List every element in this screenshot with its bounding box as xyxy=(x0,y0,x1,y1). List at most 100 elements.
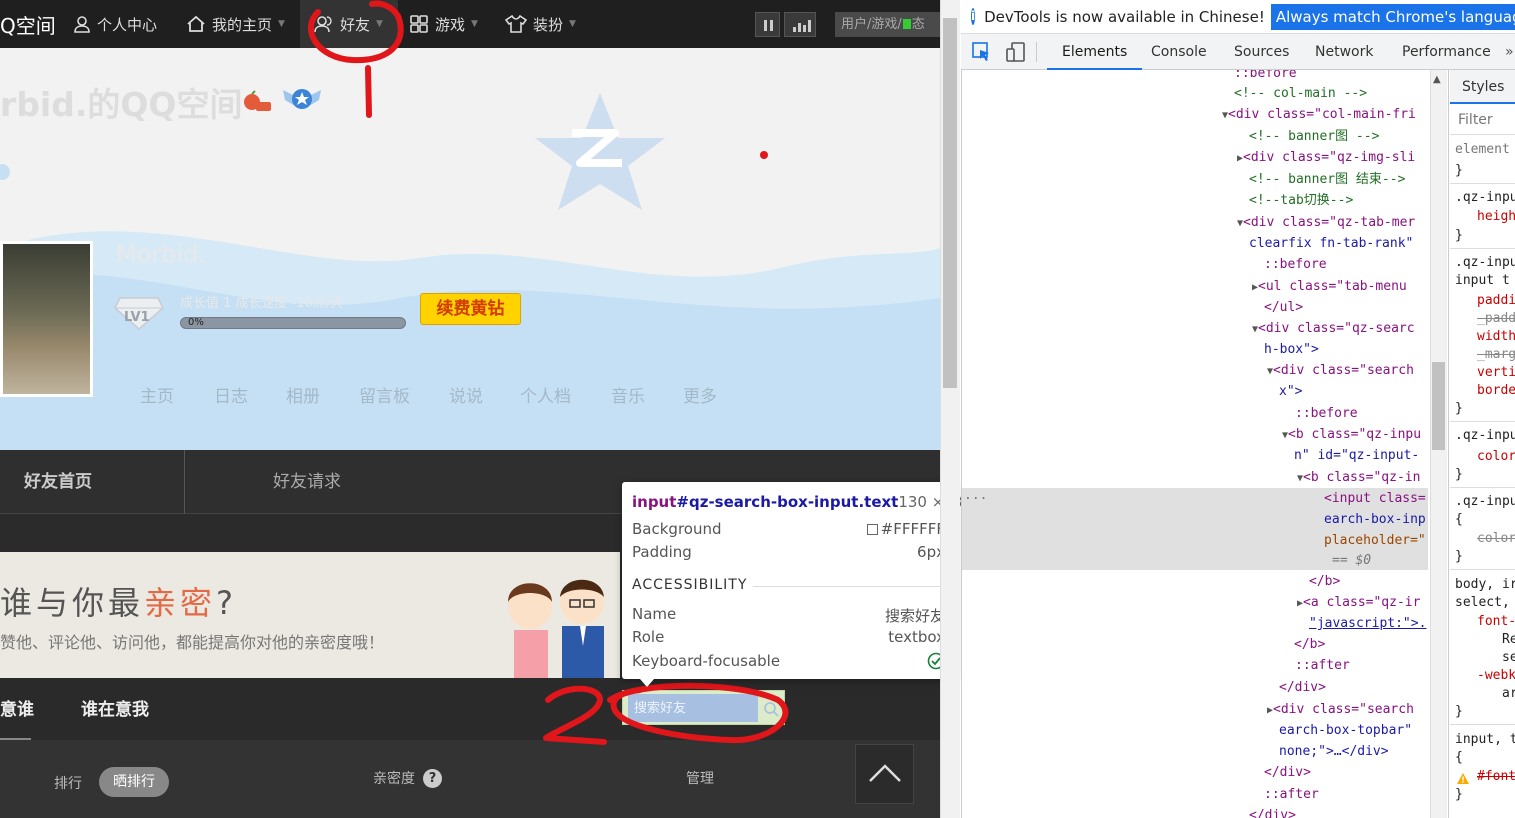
dom-node[interactable]: earch-box-topbar" xyxy=(1279,723,1412,738)
tab-who-cares-me[interactable]: 谁在意我 xyxy=(81,695,149,720)
tab-sources[interactable]: Sources xyxy=(1234,34,1289,70)
tab-console[interactable]: Console xyxy=(1151,34,1207,70)
tab-elements[interactable]: Elements xyxy=(1047,34,1143,70)
dom-node[interactable]: ::after xyxy=(1264,787,1319,802)
tab-music[interactable]: 音乐 xyxy=(611,382,645,407)
tab-friend-requests[interactable]: 好友请求 xyxy=(273,450,341,514)
nav-dressup[interactable]: 装扮 ▼ xyxy=(505,0,576,48)
scroll-up-arrow-icon[interactable]: ▲ xyxy=(1433,74,1441,85)
style-property[interactable]: heigh xyxy=(1477,208,1515,226)
help-icon[interactable]: ? xyxy=(423,768,442,788)
dom-node[interactable]: x"> xyxy=(1279,384,1302,399)
device-toolbar-button[interactable] xyxy=(1005,41,1027,63)
dom-node[interactable]: <b class="qz-inpu xyxy=(1288,427,1421,442)
dom-node[interactable]: ::before xyxy=(1264,257,1327,272)
style-rule-line[interactable]: select, xyxy=(1455,594,1510,612)
dom-node[interactable]: <!-- col-main --> xyxy=(1234,86,1367,101)
global-search-input[interactable]: 用户/游戏/态 xyxy=(835,12,940,37)
dom-node[interactable]: <!-- banner图 结束--> xyxy=(1249,172,1405,187)
style-rule-line[interactable]: .qz-inpu xyxy=(1455,493,1515,511)
style-property-overridden[interactable]: color xyxy=(1477,530,1515,548)
renew-yellow-diamond-button[interactable]: 续费黄钻 xyxy=(420,293,521,325)
dom-node[interactable]: ::after xyxy=(1295,658,1350,673)
nav-friends[interactable]: 好友 ▼ xyxy=(300,0,398,48)
dom-node-selected[interactable]: earch-box-inp xyxy=(1324,512,1426,527)
nav-personal-center[interactable]: 个人中心 xyxy=(73,0,157,48)
tab-styles[interactable]: Styles xyxy=(1450,70,1515,104)
dom-node[interactable]: ::before xyxy=(1234,70,1297,81)
style-property[interactable]: color xyxy=(1477,448,1515,466)
dom-node[interactable]: <!--tab切换--> xyxy=(1249,193,1353,208)
tab-more[interactable]: 更多 xyxy=(683,382,717,407)
style-property[interactable]: width xyxy=(1477,328,1515,346)
tab-message-board[interactable]: 留言板 xyxy=(359,382,410,407)
tab-performance[interactable]: Performance xyxy=(1402,34,1491,70)
share-ranking-button[interactable]: 晒排行 xyxy=(99,767,169,797)
style-rule-line[interactable]: .qz-inpu xyxy=(1455,254,1515,272)
dom-node-selected[interactable]: placeholder=" xyxy=(1324,533,1426,548)
tab-shuoshuo[interactable]: 说说 xyxy=(449,382,483,407)
dom-node[interactable]: <div class="search xyxy=(1273,702,1414,717)
avatar[interactable] xyxy=(0,241,93,397)
level-badge[interactable]: LV1 xyxy=(114,294,164,330)
style-rule-line[interactable]: element xyxy=(1455,141,1510,159)
nav-my-homepage[interactable]: 我的主页 ▼ xyxy=(186,0,285,48)
tab-home[interactable]: 主页 xyxy=(140,382,174,407)
friend-search-input[interactable] xyxy=(628,694,758,722)
tab-blog[interactable]: 日志 xyxy=(214,382,248,407)
dom-node[interactable]: none;">…</div> xyxy=(1279,744,1389,759)
tab-network[interactable]: Network xyxy=(1315,34,1373,70)
dom-node[interactable]: </div> xyxy=(1279,680,1326,695)
nav-games[interactable]: 游戏 ▼ xyxy=(409,0,478,48)
style-rule-line[interactable]: .qz-inpu xyxy=(1455,189,1515,207)
dom-node[interactable]: ::before xyxy=(1295,406,1358,421)
dom-tree-scrollbar-thumb[interactable] xyxy=(1432,362,1445,450)
style-property-invalid[interactable]: #font xyxy=(1477,768,1515,786)
styles-filter-input[interactable]: Filter xyxy=(1450,105,1515,135)
dom-node[interactable]: <a class="qz-ir xyxy=(1303,595,1420,610)
dom-node-selected[interactable]: <input class= xyxy=(1324,491,1426,506)
style-property-overridden[interactable]: _marg xyxy=(1477,346,1515,364)
style-rule-line[interactable]: .qz-inpu xyxy=(1455,427,1515,445)
dom-node[interactable]: clearfix fn-tab-rank" xyxy=(1249,236,1413,251)
dom-node[interactable]: <div class="col-main-fri xyxy=(1228,107,1416,122)
pause-button[interactable] xyxy=(755,12,780,37)
dom-node[interactable]: <div class="qz-tab-mer xyxy=(1243,215,1415,230)
page-scrollbar-thumb[interactable] xyxy=(943,18,957,388)
column-manage[interactable]: 管理 xyxy=(686,768,714,788)
tab-album[interactable]: 相册 xyxy=(286,382,320,407)
style-property[interactable]: paddi xyxy=(1477,292,1515,310)
tab-profile[interactable]: 个人档 xyxy=(520,382,571,407)
style-rule-line[interactable]: body, ir xyxy=(1455,576,1515,594)
match-language-button[interactable]: Always match Chrome's language xyxy=(1270,3,1515,30)
style-rule-line[interactable]: input, t xyxy=(1455,731,1515,749)
style-property[interactable]: borde xyxy=(1477,382,1515,400)
dom-node[interactable]: </div> xyxy=(1249,808,1296,818)
style-rule-line[interactable]: input t xyxy=(1455,272,1510,290)
dom-node[interactable]: <div class="search xyxy=(1273,363,1414,378)
inspect-element-button[interactable] xyxy=(971,41,993,63)
dom-node[interactable]: h-box"> xyxy=(1264,342,1319,357)
dom-node[interactable]: <ul class="tab-menu xyxy=(1258,279,1407,294)
dom-node[interactable]: <!-- banner图 --> xyxy=(1249,129,1379,144)
dom-node[interactable]: <div class="qz-searc xyxy=(1258,321,1415,336)
search-icon[interactable] xyxy=(763,701,779,717)
style-property[interactable]: verti xyxy=(1477,364,1515,382)
vip-wing-badge-icon[interactable] xyxy=(281,82,323,116)
style-property[interactable]: -webk xyxy=(1477,667,1515,685)
qzone-logo[interactable]: Q空间 xyxy=(0,0,56,48)
tab-friends-home[interactable]: 好友首页 xyxy=(0,450,185,514)
apple-badge-icon[interactable] xyxy=(242,90,272,112)
back-to-top-button[interactable] xyxy=(855,744,914,804)
dom-node[interactable]: </ul> xyxy=(1264,300,1303,315)
dom-node[interactable]: <div class="qz-img-sli xyxy=(1243,150,1415,165)
dom-node[interactable]: </b> xyxy=(1294,637,1325,652)
dom-node[interactable]: <b class="qz-in xyxy=(1303,470,1420,485)
style-property[interactable]: font- xyxy=(1477,613,1515,631)
dom-node[interactable]: </b> xyxy=(1309,574,1340,589)
stats-button[interactable] xyxy=(784,12,816,37)
dom-node-link[interactable]: "javascript:">. xyxy=(1309,616,1426,631)
tab-who-i-care[interactable]: 意谁 xyxy=(0,695,34,720)
dom-node[interactable]: n" id="qz-input- xyxy=(1294,448,1419,463)
dom-node[interactable]: </div> xyxy=(1264,765,1311,780)
